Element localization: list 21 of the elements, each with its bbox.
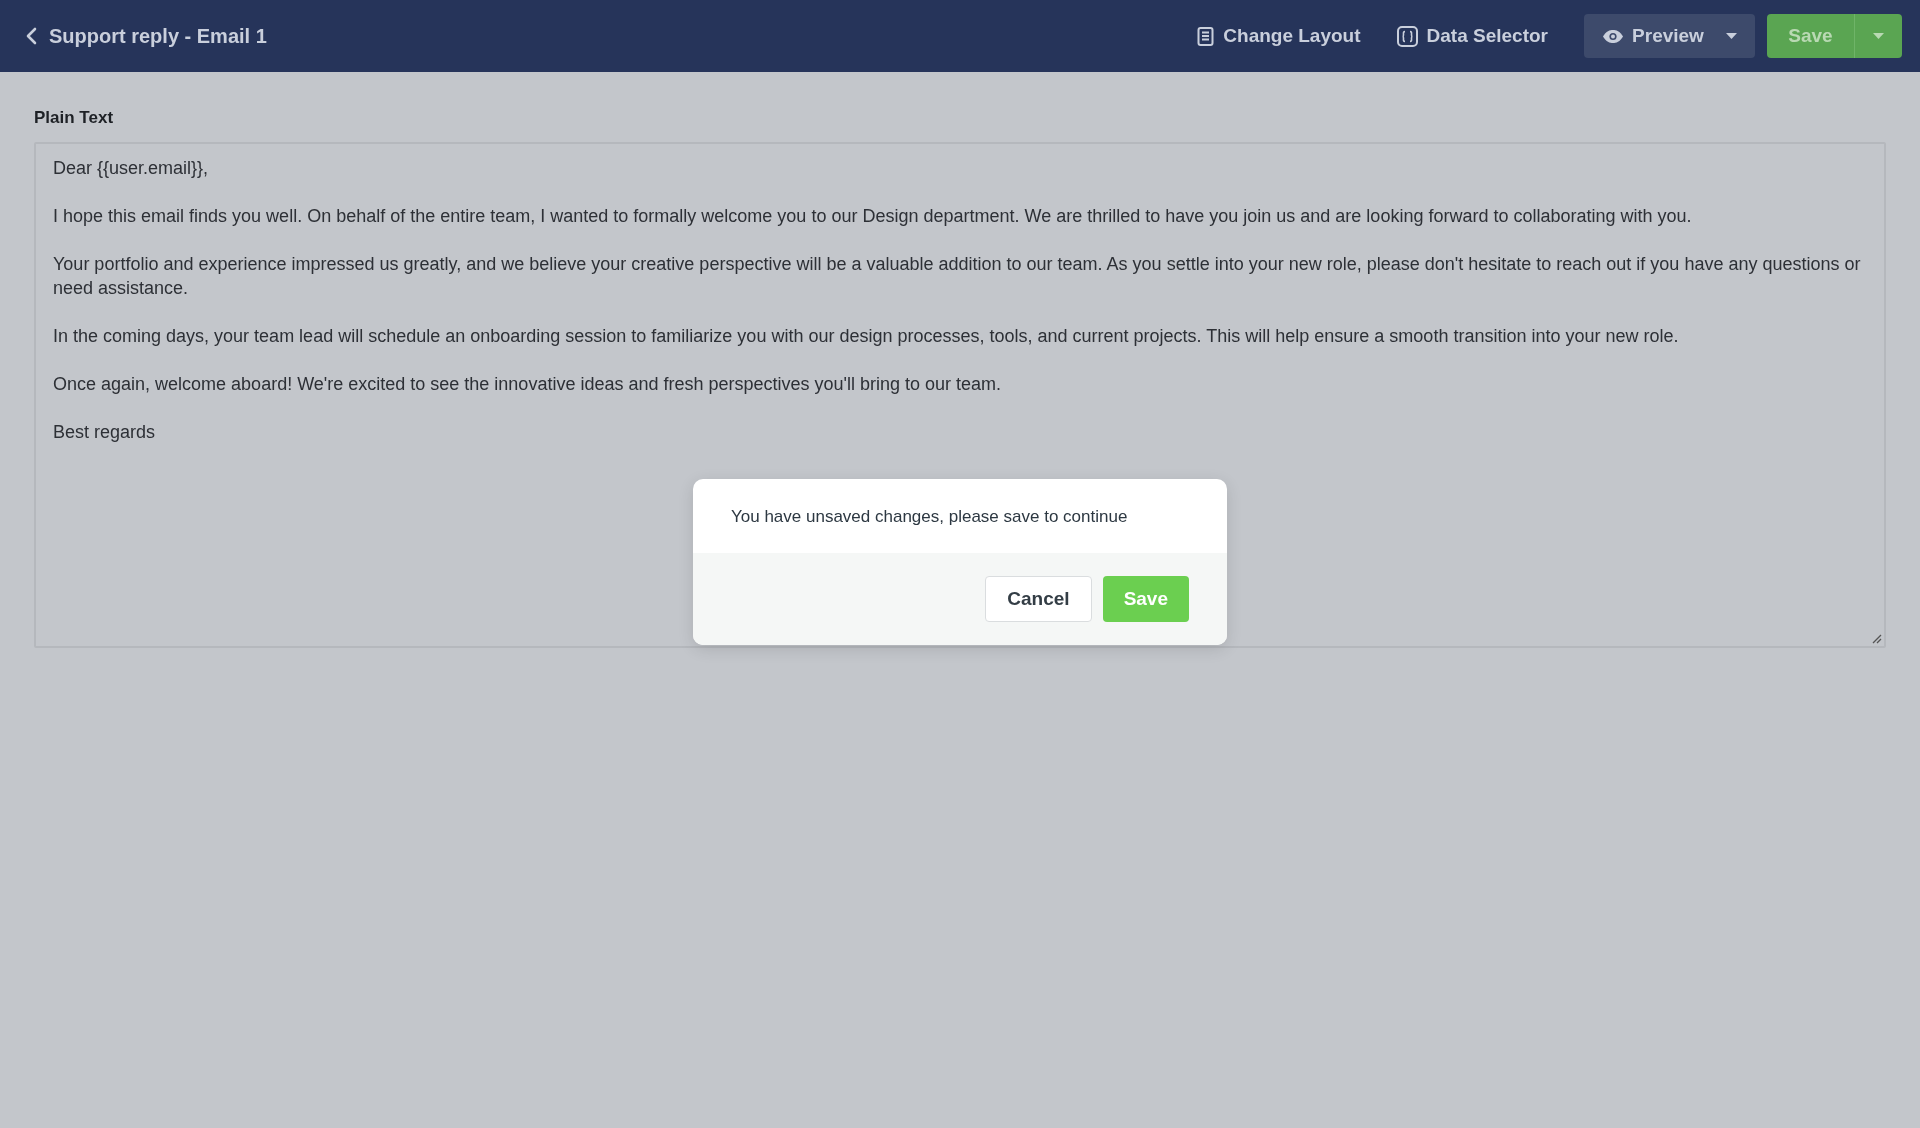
preview-button[interactable]: Preview bbox=[1584, 14, 1755, 58]
back-button[interactable]: Support reply - Email 1 bbox=[26, 24, 267, 48]
cancel-button[interactable]: Cancel bbox=[985, 576, 1092, 622]
braces-icon bbox=[1396, 25, 1418, 47]
email-paragraph: In the coming days, your team lead will schedule an onboarding session to familiarize you with our design processes, tools, and current projects. This will help ensure a smooth transition into your new role. bbox=[53, 325, 1680, 348]
caret-icon bbox=[1725, 33, 1737, 39]
document-icon bbox=[1197, 26, 1215, 46]
eye-icon bbox=[1602, 28, 1625, 44]
email-paragraph: Dear {{user.email}}, bbox=[53, 157, 210, 180]
field-label: Plain Text bbox=[34, 108, 115, 128]
caret-icon bbox=[1873, 33, 1884, 39]
email-paragraph: Best regards bbox=[53, 421, 157, 444]
email-paragraph: Your portfolio and experience impressed us greatly, and we believe your creative perspective will be a valuable addition to our team. As you settle into your new role, please don't hesitate to reach out if you have any questions or need assistance. bbox=[53, 253, 1862, 300]
resize-handle-icon[interactable] bbox=[1872, 634, 1882, 644]
email-paragraph: Once again, welcome aboard! We're excited to see the innovative ideas and fresh perspectives you'll bring to our team. bbox=[53, 373, 1003, 396]
email-paragraph: I hope this email finds you well. On behalf of the entire team, I wanted to formally welcome you to our Design department. We are thrilled to have you join us and are looking forward to collaborating with you. bbox=[53, 205, 1693, 228]
dialog-message: You have unsaved changes, please save to continue bbox=[731, 507, 1128, 526]
chevron-left-icon bbox=[26, 27, 37, 45]
change-layout-button[interactable]: Change Layout bbox=[1197, 25, 1361, 47]
text-area[interactable] bbox=[34, 142, 1886, 648]
data-selector-button[interactable]: Data Selector bbox=[1396, 25, 1548, 47]
